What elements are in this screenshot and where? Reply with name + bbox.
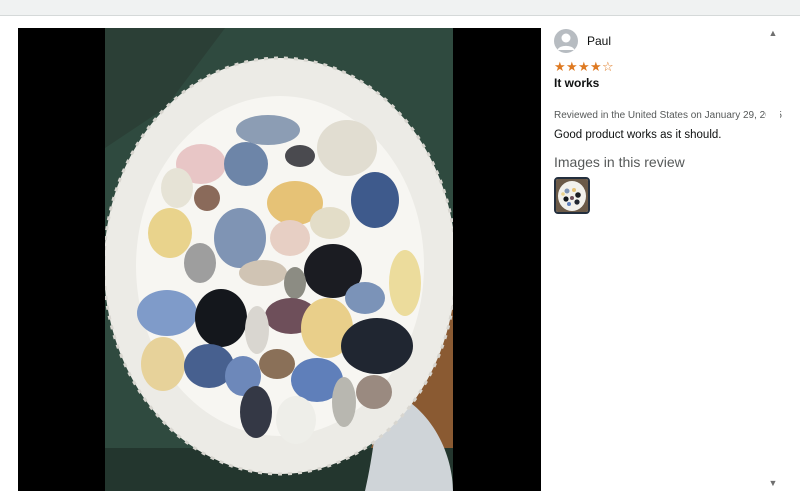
reviewer-name[interactable]: Paul: [587, 34, 611, 48]
media-viewer: [18, 28, 541, 491]
scroll-up-icon[interactable]: ▲: [768, 28, 778, 38]
review-image-thumbnail[interactable]: [554, 177, 590, 214]
review-meta: Reviewed in the United States on January…: [554, 110, 782, 121]
star-empty-icon: ☆: [602, 59, 614, 74]
review-image-modal: Paul ★ ★ ★ ★ ☆ It works Reviewed in the …: [0, 16, 800, 503]
user-silhouette-icon: [554, 29, 578, 53]
top-strip: [0, 0, 800, 16]
star-filled-icon: ★: [590, 59, 602, 74]
scrollbar[interactable]: ▲ ▼: [766, 16, 780, 503]
images-heading: Images in this review: [554, 154, 685, 170]
reviewer-profile[interactable]: Paul: [554, 28, 766, 54]
star-filled-icon: ★: [578, 59, 590, 74]
review-photo: [105, 28, 453, 491]
review-details: Paul ★ ★ ★ ★ ☆ It works Reviewed in the …: [554, 28, 782, 491]
star-filled-icon: ★: [566, 59, 578, 74]
scroll-down-icon[interactable]: ▼: [768, 478, 778, 488]
review-title: It works: [554, 76, 600, 90]
star-rating[interactable]: ★ ★ ★ ★ ☆: [554, 60, 766, 74]
review-body: Good product works as it should.: [554, 129, 722, 141]
star-filled-icon: ★: [554, 59, 566, 74]
